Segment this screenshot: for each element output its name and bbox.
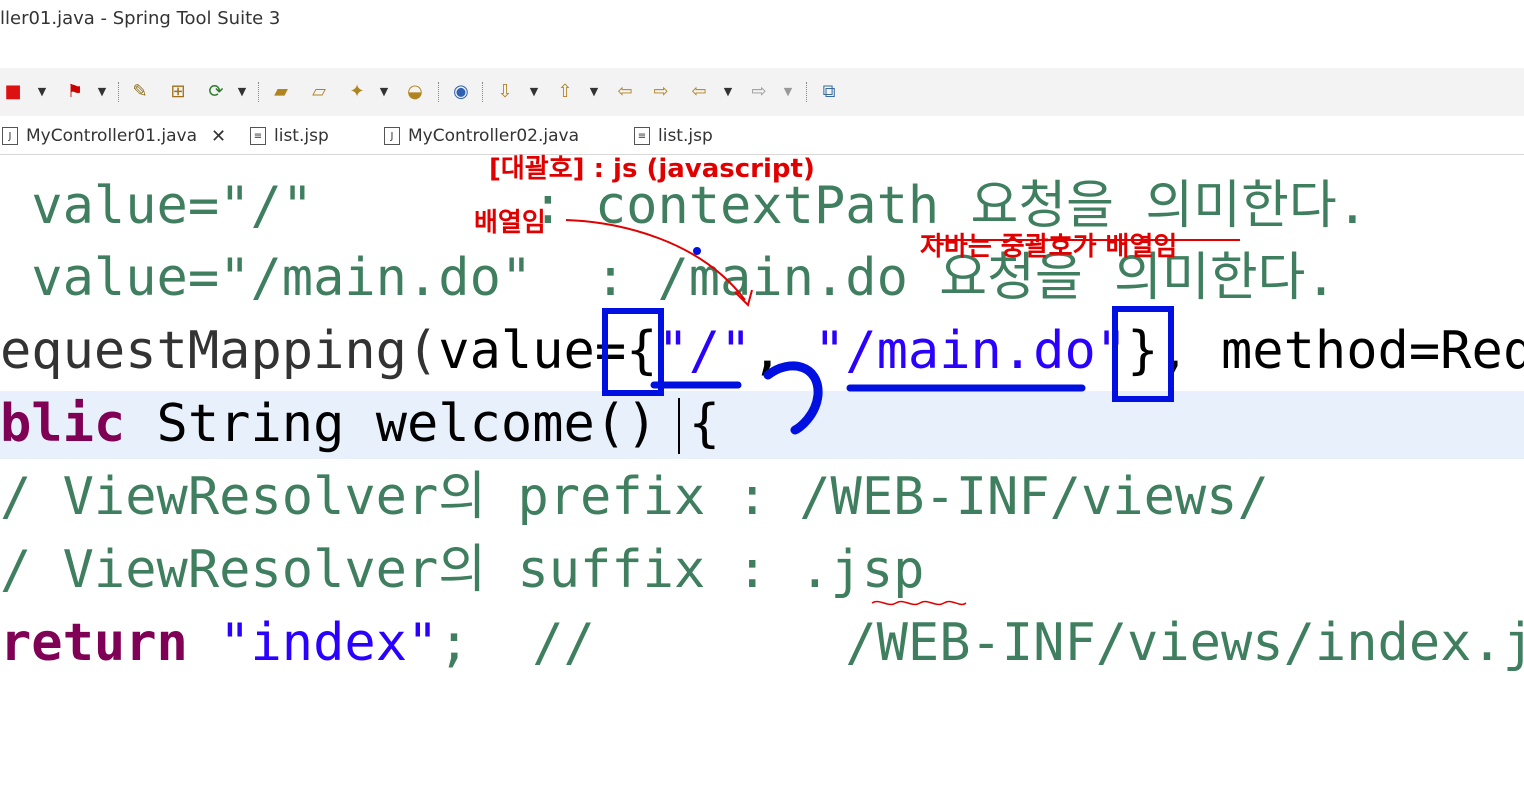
blue-dot — [693, 247, 701, 255]
bracket-note: [대괄호] : js (javascript) — [489, 154, 815, 184]
ink-annotations — [565, 219, 1240, 606]
java-array-note: 자바는 중괄호가 배열임 — [920, 232, 1178, 262]
array-note: 배열임 — [474, 208, 546, 238]
blue-curl-mark — [763, 361, 823, 435]
red-arrow-line — [565, 219, 746, 301]
spell-check-squiggle — [871, 600, 967, 606]
